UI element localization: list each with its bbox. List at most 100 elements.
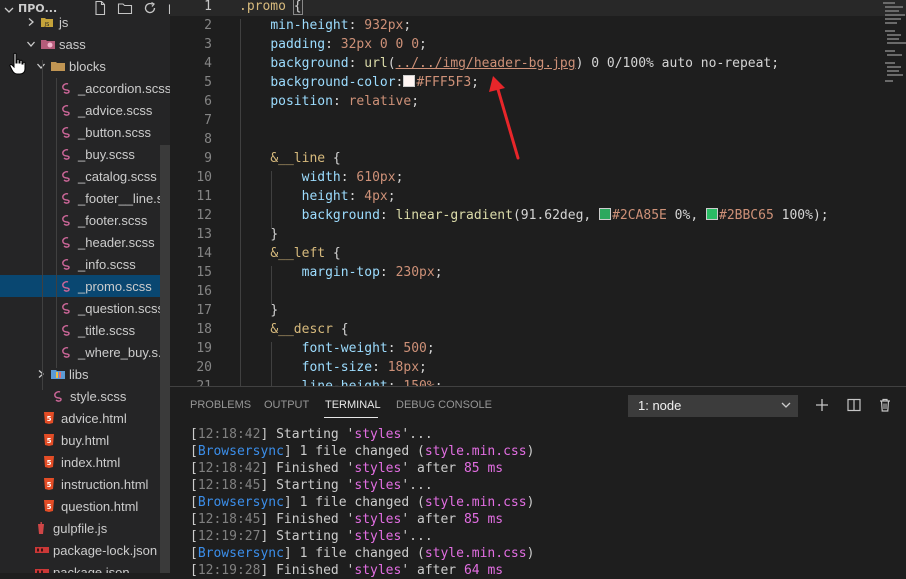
libs-file-icon <box>50 363 66 385</box>
code-line[interactable]: 2 min-height: 932px; <box>170 16 906 35</box>
code-text: background: url(../../img/header-bg.jpg)… <box>270 56 780 71</box>
code-text: line-height: 150%; <box>239 377 443 386</box>
code-text: height: 4px; <box>301 189 396 204</box>
svg-text:5: 5 <box>47 415 52 423</box>
tab-terminal[interactable]: TERMINAL <box>325 399 381 411</box>
scss-file-icon <box>59 297 73 319</box>
chevron-right-icon <box>26 11 36 33</box>
color-swatch[interactable] <box>706 208 718 220</box>
code-editor[interactable]: 1 .promo {2 min-height: 932px; 3 padding: … <box>170 0 906 386</box>
line-number: 10 <box>196 170 212 185</box>
tree-file-accordion-scss[interactable]: _accordion.scss <box>0 77 170 99</box>
tree-item-label: instruction.html <box>61 476 149 492</box>
code-line[interactable]: 5 background-color: #FFF5F3; <box>170 73 906 92</box>
html-file-icon: 5 <box>42 451 56 473</box>
tree-file-instruction-html[interactable]: 5 instruction.html <box>0 473 170 495</box>
code-line[interactable]: 11 height: 4px; <box>170 187 906 206</box>
tree-file-gulpfile-js[interactable]: gulpfile.js <box>0 517 170 539</box>
tree-folder-libs[interactable]: libs <box>0 363 170 385</box>
code-text: .promo { <box>239 0 303 15</box>
indent-guide <box>42 60 43 390</box>
code-line[interactable]: 12 background: linear-gradient(91.62deg,… <box>170 206 906 225</box>
code-line[interactable]: 3 padding: 32px 0 0 0; <box>170 35 906 54</box>
html-file-icon: 5 <box>42 495 56 517</box>
tree-file-header-scss[interactable]: _header.scss <box>0 231 170 253</box>
html-file-icon: 5 <box>42 473 56 495</box>
indent-guide <box>271 342 272 386</box>
line-number: 6 <box>204 94 212 109</box>
scss-file-icon <box>59 319 73 341</box>
code-line[interactable]: 13 } <box>170 225 906 244</box>
tree-item-label: sass <box>59 36 86 52</box>
tree-item-label: blocks <box>69 58 106 74</box>
code-line[interactable]: 21 line-height: 150%; <box>170 377 906 386</box>
tree-file-title-scss[interactable]: _title.scss <box>0 319 170 341</box>
svg-text:5: 5 <box>47 481 52 489</box>
tree-file-where-buy-s[interactable]: _where_buy.s... <box>0 341 170 363</box>
scss-file-icon <box>59 253 73 275</box>
tree-file-info-scss[interactable]: _info.scss <box>0 253 170 275</box>
tab-problems[interactable]: PROBLEMS <box>190 399 251 411</box>
tree-file-advice-scss[interactable]: _advice.scss <box>0 99 170 121</box>
scss-file-icon <box>51 385 65 407</box>
explorer-sidebar: ПРО... JS js sass blocks _accordion.scss _adv… <box>0 0 170 573</box>
tree-item-label: advice.html <box>61 410 127 426</box>
npm-file-icon <box>34 539 50 561</box>
tree-file-footer-line-s[interactable]: _footer__line.s... <box>0 187 170 209</box>
tree-file-package-lock-json[interactable]: package-lock.json <box>0 539 170 561</box>
new-terminal-icon[interactable] <box>813 396 831 414</box>
terminal-select[interactable]: 1: node <box>628 395 798 417</box>
tree-item-label: _promo.scss <box>78 278 152 294</box>
line-number: 2 <box>204 18 212 33</box>
code-line[interactable]: 7 <box>170 111 906 130</box>
code-line[interactable]: 15 margin-top: 230px; <box>170 263 906 282</box>
code-text: background-color: #FFF5F3; <box>270 75 479 90</box>
code-line[interactable]: 14 &__left { <box>170 244 906 263</box>
code-line[interactable]: 9 &__line { <box>170 149 906 168</box>
line-number: 4 <box>204 56 212 71</box>
tab-debug-console[interactable]: DEBUG CONSOLE <box>396 399 492 411</box>
code-line[interactable]: 6 position: relative; <box>170 92 906 111</box>
split-terminal-icon[interactable] <box>845 396 863 414</box>
indent-guide <box>271 171 272 228</box>
minimap[interactable] <box>880 0 906 90</box>
chevron-down-icon <box>36 55 46 77</box>
tree-folder-js[interactable]: JS js <box>0 11 170 33</box>
color-swatch[interactable] <box>403 75 416 87</box>
code-line[interactable]: 8 <box>170 130 906 149</box>
code-line[interactable]: 17 } <box>170 301 906 320</box>
tree-file-question-scss[interactable]: _question.scss <box>0 297 170 319</box>
trash-icon[interactable] <box>876 396 894 414</box>
tab-output[interactable]: OUTPUT <box>264 399 309 411</box>
code-line[interactable]: 10 width: 610px; <box>170 168 906 187</box>
tree-file-footer-scss[interactable]: _footer.scss <box>0 209 170 231</box>
terminal-line: [12:18:42] Starting 'styles'... <box>190 427 433 442</box>
tree-file-package-json[interactable]: package.json <box>0 561 170 573</box>
tree-file-style-scss[interactable]: style.scss <box>0 385 170 407</box>
svg-text:JS: JS <box>44 22 50 28</box>
tree-item-label: style.scss <box>70 388 127 404</box>
line-number: 9 <box>204 151 212 166</box>
svg-text:5: 5 <box>47 503 52 511</box>
code-line[interactable]: 19 font-weight: 500; <box>170 339 906 358</box>
tree-file-index-html[interactable]: 5 index.html <box>0 451 170 473</box>
hand-cursor-icon <box>9 52 26 75</box>
code-line[interactable]: 1 .promo { <box>170 0 906 16</box>
tree-file-buy-html[interactable]: 5 buy.html <box>0 429 170 451</box>
tree-file-advice-html[interactable]: 5 advice.html <box>0 407 170 429</box>
line-number: 3 <box>204 37 212 52</box>
tree-item-label: _info.scss <box>78 256 136 272</box>
code-line[interactable]: 20 font-size: 18px; <box>170 358 906 377</box>
terminal-line: [Browsersync] 1 file changed (style.min.… <box>190 444 535 459</box>
tree-file-button-scss[interactable]: _button.scss <box>0 121 170 143</box>
sidebar-scrollbar[interactable] <box>160 145 170 573</box>
tree-file-promo-scss[interactable]: _promo.scss <box>0 275 170 297</box>
tree-file-question-html[interactable]: 5 question.html <box>0 495 170 517</box>
tree-item-label: _footer__line.s... <box>78 190 170 206</box>
code-line[interactable]: 16 <box>170 282 906 301</box>
color-swatch[interactable] <box>599 208 612 220</box>
tree-file-buy-scss[interactable]: _buy.scss <box>0 143 170 165</box>
code-line[interactable]: 18 &__descr { <box>170 320 906 339</box>
code-line[interactable]: 4 background: url(../../img/header-bg.jp… <box>170 54 906 73</box>
tree-file-catalog-scss[interactable]: _catalog.scss <box>0 165 170 187</box>
